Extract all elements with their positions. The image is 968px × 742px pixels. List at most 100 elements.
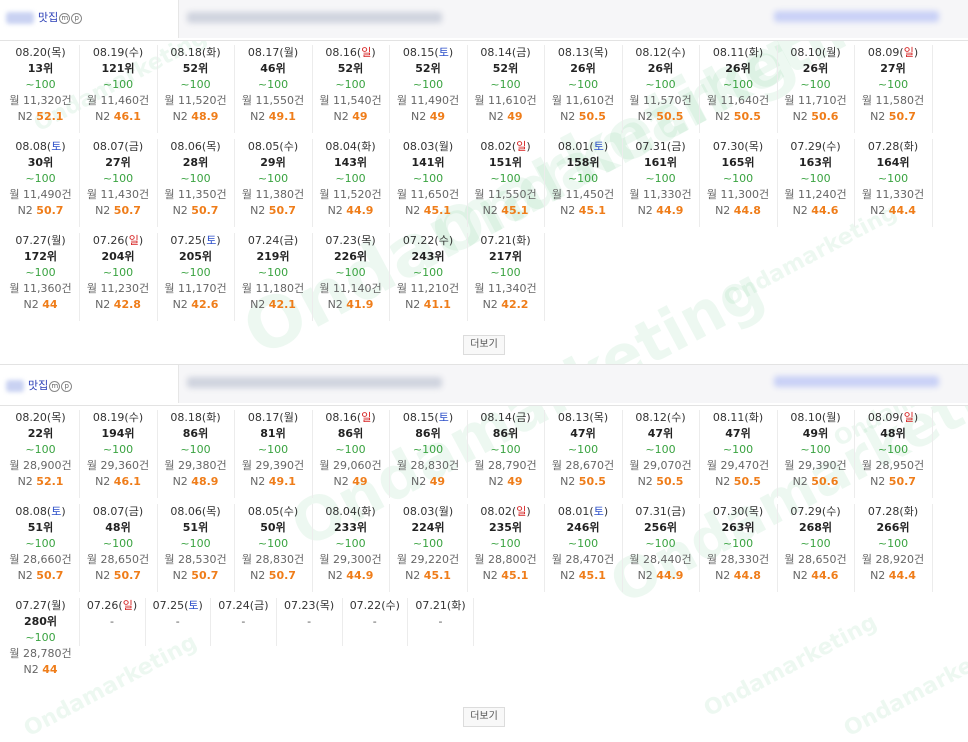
rank-value: 52위 [492,62,519,75]
date-text: 08.11 [712,46,745,59]
date-text: 08.16 [325,411,357,424]
rank-value: 86위 [182,427,209,440]
date-label: 08.09(일) [867,411,919,424]
n2-score: N2 50.5 [622,109,699,125]
n2-label: N2 [95,475,111,488]
date-text: 08.13 [557,46,590,59]
weekday-text: 일 [361,46,372,59]
rank-value: 47위 [647,427,674,440]
date-text: 08.07 [92,140,125,153]
n2-value: 41.9 [346,298,374,311]
monthly-search-count: 월 29,060건 [319,459,382,472]
date-text: 08.01 [557,505,590,518]
rank-cell: 07.23(목) - [277,598,343,646]
n2-label: N2 [715,110,731,123]
rank-value: 143위 [333,156,368,169]
date-label: 08.02(일) [480,505,531,518]
rank-value: 163위 [798,156,833,169]
date-label: 07.28(화) [867,140,919,153]
more-button[interactable]: 더보기 [463,335,505,355]
date-label: 07.21(화) [480,234,531,247]
weekday-text: 토 [51,505,62,518]
monthly-search-count: 월 29,390건 [241,459,305,472]
rank-cell: 08.13(목) 47위 ~100 월 28,670건 N2 50.5 [545,410,623,498]
n2-score: N2 49 [467,109,544,125]
rank-cell: 08.07(금) 48위 ~100 월 28,650건 N2 50.7 [80,504,158,592]
rank-cell: 07.30(목) 165위 ~100 월 11,300건 N2 44.8 [700,139,778,227]
section-divider [0,364,968,365]
rank-range: ~100 [645,443,676,456]
n2-value: 50.7 [113,204,141,217]
date-label: 07.24(금) [247,234,299,247]
rank-value: 29위 [260,156,286,169]
rank-range: ~100 [412,266,444,279]
url-area[interactable] [178,0,968,38]
rank-value: 165위 [721,156,755,169]
n2-label: N2 [327,298,343,311]
rank-cell: 07.27(월) 280위 ~100 월 28,780건 N2 44 [2,598,80,676]
date-text: 08.06 [170,505,202,518]
date-label: 07.25(토) [170,234,221,247]
rank-range: ~100 [180,266,211,279]
date-text: 07.23 [325,234,357,247]
weekday-text: 금 [128,140,139,153]
more-button[interactable]: 더보기 [463,707,505,727]
weekday-text: 수 [438,234,449,247]
blurred-place-name [6,12,34,24]
n2-value: 44.6 [811,204,839,217]
rank-cell: 07.24(금) - [211,598,277,646]
n2-score: N2 50.7 [157,568,234,584]
rank-cell: 07.21(화) - [408,598,474,646]
n2-score: N2 42.2 [467,297,544,313]
n2-label: N2 [17,475,33,488]
monthly-search-count: 월 11,570건 [629,94,692,107]
rank-range: ~100 [800,537,831,550]
weekday-text: 목 [593,46,604,59]
monthly-search-count: 월 28,650건 [784,553,847,566]
n2-value: 49.1 [268,475,296,488]
date-text: 08.14 [480,411,512,424]
date-text: 08.16 [325,46,357,59]
n2-score: N2 45.1 [390,568,467,584]
rank-value: 52위 [337,62,364,75]
pc-badge-icon: p [61,380,73,392]
monthly-search-count: 월 11,490건 [396,94,460,107]
monthly-search-count: 월 11,550건 [241,94,305,107]
date-text: 08.13 [557,411,590,424]
rank-value: 86위 [337,427,364,440]
n2-label: N2 [792,475,808,488]
keyword-label[interactable]: 맛집 m p [38,11,83,25]
no-data-dash: - [307,615,312,628]
n2-label: N2 [560,110,576,123]
keyword-label[interactable]: 맛집 m p [28,379,73,393]
n2-score: N2 50.7 [157,203,234,219]
date-text: 08.02 [480,140,512,153]
rank-value: 121위 [101,62,135,75]
weekday-text: 월 [438,505,449,518]
rank-value: 256위 [643,521,678,534]
rank-range: ~100 [102,78,134,91]
monthly-search-count: 월 28,800건 [474,553,537,566]
rank-range: ~100 [877,537,909,550]
rank-cell: 08.14(금) 86위 ~100 월 28,790건 N2 49 [467,410,545,498]
rank-value: 86위 [492,427,519,440]
weekday-text: 수 [283,140,294,153]
no-data-dash: - [372,615,377,628]
weekday-text: 월 [826,46,837,59]
rank-value: 226위 [333,250,368,263]
rank-range: ~100 [102,537,134,550]
rank-value: 266위 [876,521,910,534]
date-label: 07.28(화) [867,505,919,518]
weekday-text: 수 [671,46,682,59]
n2-score: N2 44 [2,662,79,678]
n2-value: 45.1 [501,204,529,217]
date-label: 08.03(월) [402,140,454,153]
rank-cell: 07.25(토) 205위 ~100 월 11,170건 N2 42.6 [157,233,235,321]
monthly-search-count: 월 11,140건 [319,282,382,295]
weekday-text: 목 [748,140,759,153]
date-label: 07.22(수) [349,599,400,612]
url-area[interactable] [178,365,968,403]
rank-range: ~100 [335,443,366,456]
date-text: 07.22 [402,234,435,247]
rank-value: 151위 [488,156,523,169]
